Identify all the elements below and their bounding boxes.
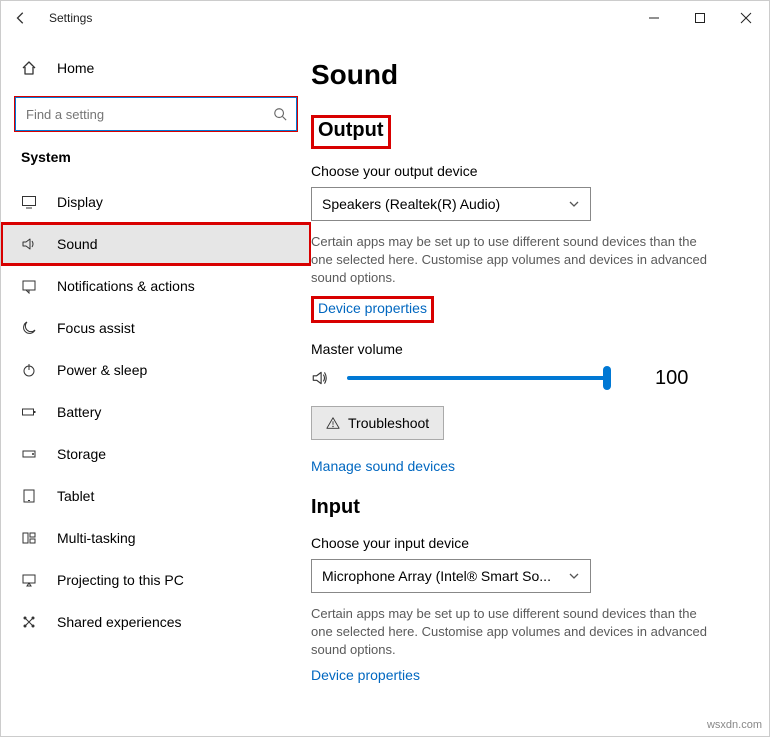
watermark: wsxdn.com: [707, 719, 762, 731]
sound-icon: [21, 236, 39, 252]
display-icon: [21, 194, 39, 210]
volume-slider[interactable]: [347, 368, 607, 388]
master-volume-label: Master volume: [311, 341, 757, 357]
settings-window: Settings Home: [0, 0, 770, 737]
maximize-button[interactable]: [677, 1, 723, 35]
volume-icon[interactable]: [311, 369, 329, 387]
output-section: Output Choose your output device Speaker…: [311, 115, 757, 474]
storage-icon: [21, 446, 39, 462]
volume-value: 100: [655, 367, 688, 390]
output-choose-label: Choose your output device: [311, 163, 757, 179]
minimize-button[interactable]: [631, 1, 677, 35]
focus-assist-icon: [21, 320, 39, 336]
projecting-icon: [21, 572, 39, 588]
troubleshoot-label: Troubleshoot: [348, 415, 429, 431]
tablet-icon: [21, 488, 39, 504]
warning-icon: [326, 416, 340, 430]
sidebar-item-storage[interactable]: Storage: [1, 433, 311, 475]
input-section: Input Choose your input device Microphon…: [311, 496, 757, 684]
search-input[interactable]: [15, 97, 297, 131]
main-content: Sound Output Choose your output device S…: [311, 35, 769, 736]
troubleshoot-button[interactable]: Troubleshoot: [311, 406, 444, 440]
sidebar-item-tablet[interactable]: Tablet: [1, 475, 311, 517]
section-label: System: [1, 145, 311, 181]
sidebar-item-sound[interactable]: Sound: [1, 223, 311, 265]
home-nav[interactable]: Home: [1, 47, 311, 89]
shared-icon: [21, 614, 39, 630]
output-device-select[interactable]: Speakers (Realtek(R) Audio): [311, 187, 591, 221]
home-label: Home: [57, 60, 94, 76]
search-wrap: [15, 97, 297, 131]
input-device-properties-link[interactable]: Device properties: [311, 667, 420, 683]
output-heading-wrap: Output: [311, 115, 391, 149]
manage-sound-devices-link[interactable]: Manage sound devices: [311, 458, 455, 474]
device-properties-wrap: Device properties: [311, 296, 434, 323]
notifications-icon: [21, 278, 39, 294]
home-icon: [21, 60, 39, 76]
titlebar: Settings: [1, 1, 769, 35]
multitasking-icon: [21, 530, 39, 546]
battery-icon: [21, 404, 39, 420]
input-help-text: Certain apps may be set up to use differ…: [311, 605, 721, 660]
chevron-down-icon: [568, 570, 580, 582]
page-title: Sound: [311, 59, 757, 91]
sidebar-item-battery[interactable]: Battery: [1, 391, 311, 433]
output-device-value: Speakers (Realtek(R) Audio): [322, 196, 500, 212]
search-icon: [273, 107, 287, 121]
input-choose-label: Choose your input device: [311, 535, 757, 551]
chevron-down-icon: [568, 198, 580, 210]
sidebar-item-focus-assist[interactable]: Focus assist: [1, 307, 311, 349]
input-device-value: Microphone Array (Intel® Smart So...: [322, 568, 551, 584]
sidebar-item-shared-experiences[interactable]: Shared experiences: [1, 601, 311, 643]
back-button[interactable]: [9, 11, 33, 25]
output-device-properties-link[interactable]: Device properties: [318, 300, 427, 316]
sidebar-item-display[interactable]: Display: [1, 181, 311, 223]
sidebar-item-projecting[interactable]: Projecting to this PC: [1, 559, 311, 601]
window-title: Settings: [33, 11, 631, 25]
output-help-text: Certain apps may be set up to use differ…: [311, 233, 721, 288]
sidebar-item-notifications[interactable]: Notifications & actions: [1, 265, 311, 307]
window-controls: [631, 1, 769, 35]
output-heading: Output: [318, 119, 384, 142]
input-device-select[interactable]: Microphone Array (Intel® Smart So...: [311, 559, 591, 593]
sidebar: Home System Display Sound: [1, 35, 311, 736]
volume-row: 100: [311, 367, 757, 390]
sidebar-item-multitasking[interactable]: Multi-tasking: [1, 517, 311, 559]
input-heading: Input: [311, 496, 757, 519]
close-button[interactable]: [723, 1, 769, 35]
sidebar-item-power-sleep[interactable]: Power & sleep: [1, 349, 311, 391]
power-icon: [21, 362, 39, 378]
